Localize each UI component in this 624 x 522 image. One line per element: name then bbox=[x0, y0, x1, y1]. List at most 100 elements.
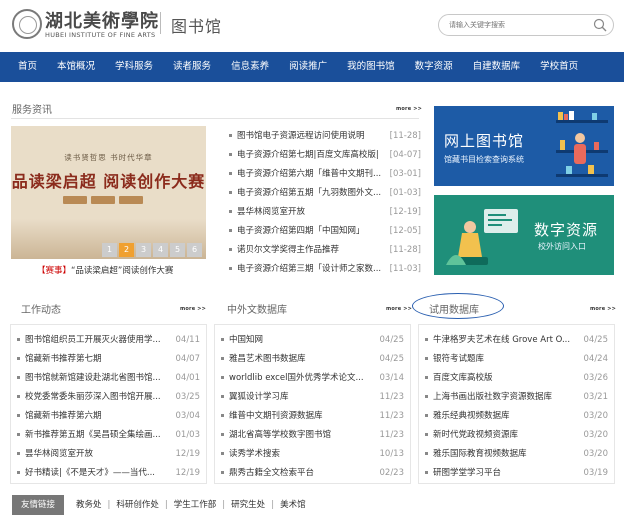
nav-reader-service[interactable]: 读者服务 bbox=[163, 52, 221, 82]
highlight-circle bbox=[412, 293, 504, 319]
list-item[interactable]: 湖北省高等学校数字图书馆 11/23 bbox=[221, 426, 404, 444]
cn-db-title: 中外文数据库 bbox=[227, 305, 287, 316]
search-icon[interactable] bbox=[593, 18, 607, 32]
list-item[interactable]: 中国知网 04/25 bbox=[221, 331, 404, 349]
search-input[interactable] bbox=[449, 18, 589, 32]
list-item[interactable]: 雅昌艺术图书数据库 04/25 bbox=[221, 350, 404, 368]
carousel-page[interactable]: 5 bbox=[170, 243, 185, 257]
bullet bbox=[17, 414, 20, 417]
item-date: 04/11 bbox=[175, 335, 201, 345]
trial-db-more-link[interactable]: more >> bbox=[590, 306, 616, 312]
bullet bbox=[221, 338, 224, 341]
cn-db-more-link[interactable]: more >> bbox=[386, 306, 412, 312]
list-item[interactable]: 图书馆电子资源远程访问使用说明 [11-28] bbox=[229, 127, 421, 145]
footer-link-academic-affairs[interactable]: 教务处 bbox=[76, 495, 102, 515]
nav-about[interactable]: 本馆概况 bbox=[47, 52, 105, 82]
list-item[interactable]: 雅乐国际教育视频数据库 03/20 bbox=[425, 445, 608, 463]
list-item[interactable]: 昙华林阅览室开放 [12-19] bbox=[229, 203, 421, 221]
item-title: 图书馆电子资源远程访问使用说明 bbox=[237, 131, 365, 141]
list-item[interactable]: 好书精读|《不是天才》——当代... 12/19 bbox=[17, 464, 200, 482]
banner-chip bbox=[119, 196, 143, 204]
carousel-page[interactable]: 6 bbox=[187, 243, 202, 257]
bullet bbox=[425, 357, 428, 360]
caption-tag: 【赛事】 bbox=[37, 266, 72, 276]
list-item[interactable]: 电子资源介绍第三期「设计师之家数... [11-03] bbox=[229, 260, 421, 278]
digital-resources-banner[interactable]: 数字资源 校外访问入口 bbox=[434, 195, 614, 275]
list-item[interactable]: 昙华林阅览室开放 12/19 bbox=[17, 445, 200, 463]
list-item[interactable]: 图书馆就新馆建设赴湖北省图书馆... 04/01 bbox=[17, 369, 200, 387]
item-date: 04/24 bbox=[583, 354, 609, 364]
nav-school-home[interactable]: 学校首页 bbox=[530, 52, 588, 82]
list-item[interactable]: 翼狐设计学习库 11/23 bbox=[221, 388, 404, 406]
carousel-page[interactable]: 3 bbox=[136, 243, 151, 257]
item-title: worldlib excel国外优秀学术论文... bbox=[229, 373, 364, 383]
item-title: 翼狐设计学习库 bbox=[229, 392, 289, 402]
list-item[interactable]: 读秀学术搜索 10/13 bbox=[221, 445, 404, 463]
list-item[interactable]: 银符考试题库 04/24 bbox=[425, 350, 608, 368]
list-item[interactable]: 电子资源介绍第四期「中国知网」 [12-05] bbox=[229, 222, 421, 240]
list-item[interactable]: 新时代党政视频资源库 03/20 bbox=[425, 426, 608, 444]
carousel-pagination: 1 2 3 4 5 6 bbox=[102, 243, 202, 257]
nav-self-built-db[interactable]: 自建数据库 bbox=[463, 52, 531, 82]
school-seal-icon[interactable] bbox=[12, 9, 42, 39]
item-date: [01-03] bbox=[389, 188, 421, 198]
list-item[interactable]: 馆藏新书推荐第七期 04/07 bbox=[17, 350, 200, 368]
banner-chip bbox=[63, 196, 87, 204]
main-nav: 首页 本馆概况 学科服务 读者服务 信息素养 阅读推广 我的图书馆 数字资源 自… bbox=[0, 52, 624, 82]
bullet bbox=[425, 338, 428, 341]
bullet bbox=[425, 395, 428, 398]
work-more-link[interactable]: more >> bbox=[180, 306, 206, 312]
nav-home[interactable]: 首页 bbox=[0, 52, 47, 82]
link-separator: | bbox=[107, 500, 111, 510]
footer-link-student-affairs[interactable]: 学生工作部 bbox=[174, 495, 217, 515]
item-title: 维普中文期刊资源数据库 bbox=[229, 411, 323, 421]
item-date: 04/07 bbox=[175, 354, 201, 364]
bullet bbox=[229, 248, 232, 251]
item-title: 电子资源介绍第四期「中国知网」 bbox=[237, 226, 365, 236]
list-item[interactable]: 电子资源介绍第五期「九羽数图外文... [01-03] bbox=[229, 184, 421, 202]
list-item[interactable]: 雅乐经典视频数据库 03/20 bbox=[425, 407, 608, 425]
item-date: [11-28] bbox=[389, 131, 421, 141]
school-logo-text[interactable]: 湖北美術學院 bbox=[45, 7, 159, 33]
list-item[interactable]: 研图学堂学习平台 03/19 bbox=[425, 464, 608, 482]
item-date: [12-05] bbox=[389, 226, 421, 236]
footer-link-art-museum[interactable]: 美术馆 bbox=[280, 495, 306, 515]
item-title: 电子资源介绍第三期「设计师之家数... bbox=[237, 264, 382, 274]
service-more-link[interactable]: more >> bbox=[396, 106, 422, 112]
nav-my-library[interactable]: 我的图书馆 bbox=[337, 52, 405, 82]
nav-subject-service[interactable]: 学科服务 bbox=[105, 52, 163, 82]
list-item[interactable]: 图书馆组织员工开展灭火器使用学... 04/11 bbox=[17, 331, 200, 349]
item-date: 12/19 bbox=[175, 468, 201, 478]
list-item[interactable]: 新书推荐第五期《吴昌硕全集绘画... 01/03 bbox=[17, 426, 200, 444]
item-date: 03/21 bbox=[583, 392, 609, 402]
list-item[interactable]: 电子资源介绍第七期|百度文库高校版| [04-07] bbox=[229, 146, 421, 164]
carousel-page[interactable]: 1 bbox=[102, 243, 117, 257]
banner-caption[interactable]: 【赛事】“品读梁启超”阅读创作大赛 bbox=[37, 264, 173, 276]
carousel-page-active[interactable]: 2 bbox=[119, 243, 134, 257]
online-library-banner[interactable]: 网上图书馆 馆藏书目检索查询系统 bbox=[434, 106, 614, 186]
list-item[interactable]: 牛津格罗夫艺术在线 Grove Art O... 04/25 bbox=[425, 331, 608, 349]
item-date: 11/23 bbox=[379, 392, 405, 402]
footer-link-graduate[interactable]: 研究生处 bbox=[231, 495, 265, 515]
footer-link-research[interactable]: 科研创作处 bbox=[116, 495, 159, 515]
carousel-page[interactable]: 4 bbox=[153, 243, 168, 257]
item-date: 02/23 bbox=[379, 468, 405, 478]
list-item[interactable]: 上海书画出版社数字资源数据库 03/21 bbox=[425, 388, 608, 406]
item-title: 昙华林阅览室开放 bbox=[25, 449, 94, 459]
event-banner[interactable]: 读书贤哲思 书时代华章 品读梁启超 阅读创作大赛 bbox=[11, 126, 206, 259]
item-date: 04/25 bbox=[379, 354, 405, 364]
list-item[interactable]: 馆藏新书推荐第六期 03/04 bbox=[17, 407, 200, 425]
list-item[interactable]: 电子资源介绍第六期「维普中文期刊... [03-01] bbox=[229, 165, 421, 183]
list-item[interactable]: 维普中文期刊资源数据库 11/23 bbox=[221, 407, 404, 425]
nav-digital-resources[interactable]: 数字资源 bbox=[405, 52, 463, 82]
nav-reading-promotion[interactable]: 阅读推广 bbox=[279, 52, 337, 82]
list-item[interactable]: worldlib excel国外优秀学术论文... 03/14 bbox=[221, 369, 404, 387]
list-item[interactable]: 百度文库高校版 03/26 bbox=[425, 369, 608, 387]
list-item[interactable]: 校党委常委朱丽莎深入图书馆开展... 03/25 bbox=[17, 388, 200, 406]
item-date: 03/20 bbox=[583, 430, 609, 440]
nav-info-literacy[interactable]: 信息素养 bbox=[221, 52, 279, 82]
list-item[interactable]: 诺贝尔文学奖得主作品推荐 [11-28] bbox=[229, 241, 421, 259]
item-title: 图书馆组织员工开展灭火器使用学... bbox=[25, 335, 161, 345]
bullet bbox=[425, 414, 428, 417]
list-item[interactable]: 鼎秀古籍全文检索平台 02/23 bbox=[221, 464, 404, 482]
